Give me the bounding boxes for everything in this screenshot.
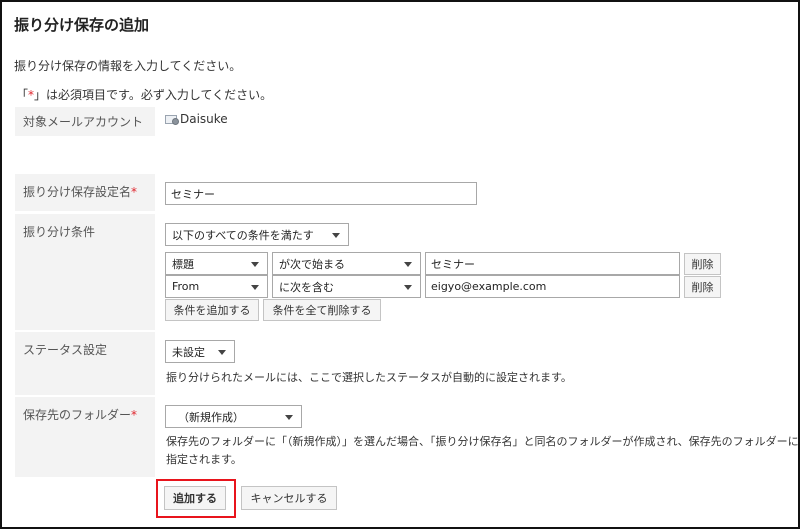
status-label: ステータス設定 (15, 332, 155, 395)
chevron-down-icon (251, 285, 259, 290)
chevron-down-icon (218, 350, 226, 355)
condition-operator-value: に次を含む (279, 280, 334, 294)
condition-field-select[interactable]: 標題 (165, 252, 268, 275)
required-note: 「*」は必須項目です。必ず入力してください。 (16, 86, 272, 103)
intro-text: 振り分け保存の情報を入力してください。 (14, 59, 242, 73)
chevron-down-icon (404, 285, 412, 290)
status-value: 未設定 (172, 345, 205, 359)
folder-select[interactable]: （新規作成） (165, 405, 302, 428)
folder-help-line: 保存先のフォルダーに「（新規作成）」を選んだ場合、「振り分け保存名」と同名のフォ… (166, 435, 799, 448)
page-title: 振り分け保存の追加 (14, 16, 150, 34)
rule-name-label: 振り分け保存設定名* (15, 174, 155, 211)
cancel-button[interactable]: キャンセルする (241, 486, 337, 510)
clear-conditions-button[interactable]: 条件を全て削除する (263, 299, 381, 321)
required-star: * (131, 185, 138, 199)
account-name: Daisuke (180, 112, 228, 126)
delete-condition-button[interactable]: 削除 (684, 276, 721, 298)
chevron-down-icon (404, 262, 412, 267)
condition-field-select[interactable]: From (165, 275, 268, 298)
condition-value-input[interactable] (425, 275, 680, 298)
delete-condition-button[interactable]: 削除 (684, 253, 721, 275)
condition-operator-select[interactable]: が次で始まる (272, 252, 421, 275)
account-label: 対象メールアカウント (15, 107, 155, 136)
chevron-down-icon (285, 415, 293, 420)
condition-operator-select[interactable]: に次を含む (272, 275, 421, 298)
required-note-suffix: 」は必須項目です。必ず入力してください。 (34, 88, 273, 102)
chevron-down-icon (251, 262, 259, 267)
match-mode-select[interactable]: 以下のすべての条件を満たす (165, 223, 349, 246)
condition-field-value: From (172, 280, 200, 293)
folder-label-text: 保存先のフォルダー (23, 408, 132, 422)
rule-name-input[interactable] (165, 182, 477, 205)
mail-account-icon (165, 114, 179, 125)
rule-name-label-text: 振り分け保存設定名 (23, 185, 132, 199)
folder-value: （新規作成） (178, 410, 244, 424)
chevron-down-icon (332, 233, 340, 238)
condition-field-value: 標題 (172, 257, 194, 271)
match-mode-value: 以下のすべての条件を満たす (172, 228, 314, 242)
required-note-prefix: 「 (16, 88, 29, 102)
conditions-label: 振り分け条件 (15, 214, 155, 330)
required-star: * (131, 408, 138, 422)
folder-help-text: 保存先のフォルダーに「（新規作成）」を選んだ場合、「振り分け保存名」と同名のフォ… (166, 433, 799, 469)
add-condition-button[interactable]: 条件を追加する (165, 299, 259, 321)
folder-help-line: 指定されます。 (166, 453, 242, 466)
condition-operator-value: が次で始まる (279, 257, 345, 271)
condition-value-input[interactable] (425, 252, 680, 275)
account-value: Daisuke (165, 112, 228, 126)
status-select[interactable]: 未設定 (165, 340, 235, 363)
folder-label: 保存先のフォルダー* (15, 397, 155, 477)
status-help-text: 振り分けられたメールには、ここで選択したステータスが自動的に設定されます。 (166, 371, 572, 384)
highlight-box (156, 479, 236, 518)
